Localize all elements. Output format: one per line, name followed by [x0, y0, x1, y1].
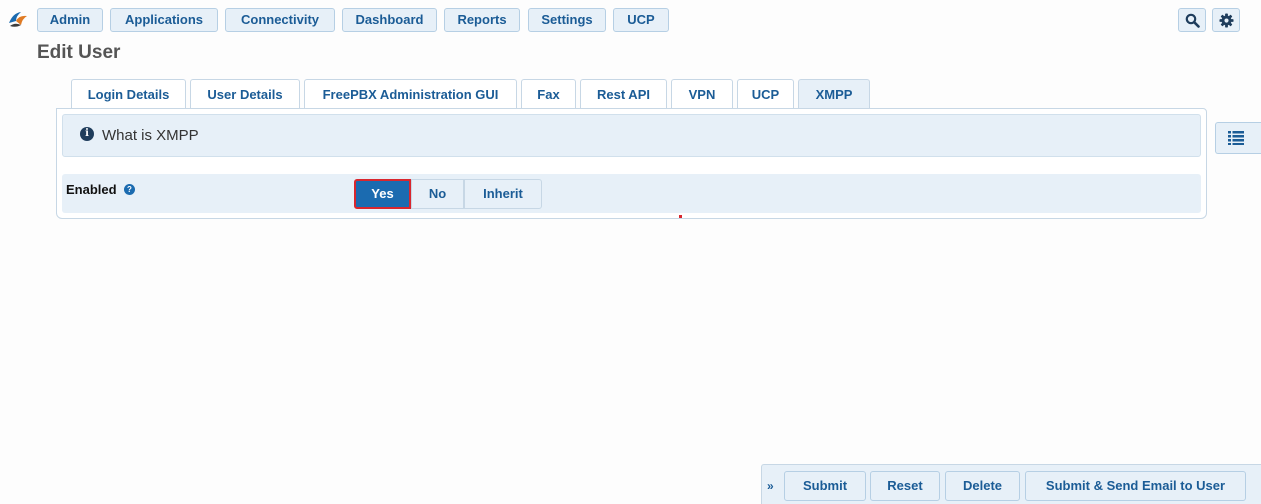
nav-applications[interactable]: Applications: [110, 8, 218, 32]
info-text[interactable]: What is XMPP: [102, 127, 199, 144]
tab-login-details[interactable]: Login Details: [71, 79, 186, 109]
enabled-row: [62, 174, 1201, 213]
cursor-marker: [679, 215, 682, 218]
nav-reports[interactable]: Reports: [444, 8, 520, 32]
nav-admin[interactable]: Admin: [37, 8, 103, 32]
submit-send-email-button[interactable]: Submit & Send Email to User: [1025, 471, 1246, 501]
delete-button[interactable]: Delete: [945, 471, 1020, 501]
enabled-inherit-option[interactable]: Inherit: [464, 179, 542, 209]
help-icon[interactable]: ?: [124, 184, 135, 195]
tab-ucp[interactable]: UCP: [737, 79, 794, 109]
nav-settings[interactable]: Settings: [528, 8, 606, 32]
list-icon: [1228, 131, 1244, 145]
gear-icon: [1219, 13, 1234, 28]
tab-rest-api[interactable]: Rest API: [580, 79, 667, 109]
settings-button[interactable]: [1212, 8, 1240, 32]
info-circle-icon: i: [80, 127, 94, 141]
sidebar-toggle-button[interactable]: [1215, 122, 1261, 154]
info-box[interactable]: [62, 114, 1201, 157]
search-button[interactable]: [1178, 8, 1206, 32]
tab-vpn[interactable]: VPN: [671, 79, 733, 109]
tab-user-details[interactable]: User Details: [190, 79, 300, 109]
nav-dashboard[interactable]: Dashboard: [342, 8, 437, 32]
top-navbar: Admin Applications Connectivity Dashboar…: [0, 0, 1261, 38]
tab-xmpp[interactable]: XMPP: [798, 79, 870, 110]
nav-connectivity[interactable]: Connectivity: [225, 8, 335, 32]
tab-fax[interactable]: Fax: [521, 79, 576, 109]
collapse-action-bar-button[interactable]: »: [767, 479, 774, 493]
reset-button[interactable]: Reset: [870, 471, 940, 501]
freepbx-logo-icon[interactable]: [7, 9, 29, 29]
nav-ucp[interactable]: UCP: [613, 8, 669, 32]
tab-freepbx-admin-gui[interactable]: FreePBX Administration GUI: [304, 79, 517, 109]
enabled-no-option[interactable]: No: [411, 179, 464, 209]
submit-button[interactable]: Submit: [784, 471, 866, 501]
page-title: Edit User: [37, 42, 121, 63]
enabled-label: Enabled: [66, 182, 117, 197]
search-icon: [1185, 13, 1200, 28]
enabled-yes-option[interactable]: Yes: [354, 179, 411, 209]
